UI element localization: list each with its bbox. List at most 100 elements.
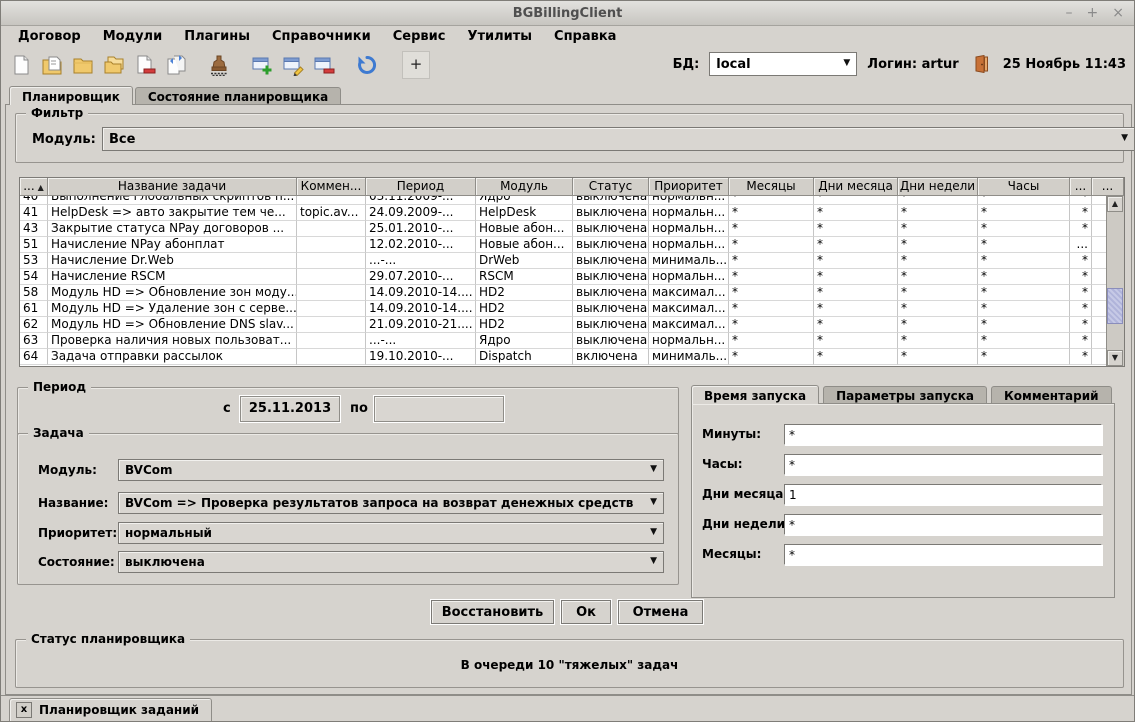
- table-cell-id: 61: [20, 301, 48, 317]
- remove-document-icon[interactable]: [133, 53, 157, 77]
- table-cell-week_days: *: [898, 269, 978, 285]
- table-cell-id: 51: [20, 237, 48, 253]
- week-days-input[interactable]: [784, 514, 1102, 535]
- months-input[interactable]: [784, 544, 1102, 565]
- column-header[interactable]: Коммен...: [297, 178, 366, 196]
- chevron-down-icon: ▼: [650, 464, 657, 474]
- column-header[interactable]: Часы: [978, 178, 1070, 196]
- minutes-input[interactable]: [784, 424, 1102, 445]
- table-row[interactable]: 41HelpDesk => авто закрытие тем че...top…: [20, 205, 1107, 221]
- week-days-label: Дни недели:: [702, 517, 790, 531]
- edit-window-icon[interactable]: [281, 53, 305, 77]
- scroll-down-button[interactable]: ▼: [1107, 350, 1123, 366]
- column-header[interactable]: Период: [366, 178, 476, 196]
- column-header[interactable]: ...: [1092, 178, 1124, 196]
- menu-item[interactable]: Справка: [545, 27, 625, 46]
- table-cell-week_days: *: [898, 221, 978, 237]
- table-cell-filler: [1092, 317, 1107, 333]
- tab-scheduler[interactable]: Планировщик: [9, 86, 133, 105]
- filter-module-select[interactable]: Все ▼: [102, 127, 1135, 151]
- copy-document-icon[interactable]: [164, 53, 188, 77]
- column-header[interactable]: Приоритет: [649, 178, 729, 196]
- ok-button[interactable]: Ок: [561, 600, 611, 624]
- table-cell-status: выключена: [573, 317, 649, 333]
- restore-button[interactable]: Восстановить: [431, 600, 554, 624]
- title-bar[interactable]: BGBillingClient – + ×: [1, 1, 1134, 26]
- table-cell-module: Ядро: [476, 333, 573, 349]
- table-row[interactable]: 43Закрытие статуса NPay договоров ...25.…: [20, 221, 1107, 237]
- add-toolbar-button[interactable]: +: [402, 51, 430, 79]
- tab-scheduler-state[interactable]: Состояние планировщика: [135, 87, 341, 105]
- menu-item[interactable]: Утилиты: [458, 27, 541, 46]
- month-days-input[interactable]: [784, 484, 1102, 505]
- table-cell-months: *: [729, 333, 814, 349]
- period-from-field[interactable]: 25.11.2013: [240, 396, 340, 422]
- stamp-icon[interactable]: [207, 53, 231, 77]
- folders-icon[interactable]: [102, 53, 126, 77]
- table-cell-module: HD2: [476, 301, 573, 317]
- toolbar: + БД: local ▼ Логин: artur 25 Ноябрь 11:…: [1, 47, 1134, 81]
- login-label: Логин: artur: [867, 57, 958, 72]
- column-header[interactable]: Статус: [573, 178, 649, 196]
- table-cell-extra: ...: [1070, 237, 1092, 253]
- table-cell-id: 62: [20, 317, 48, 333]
- period-to-field[interactable]: [374, 396, 504, 422]
- new-document-icon[interactable]: [9, 53, 33, 77]
- task-priority-select[interactable]: нормальный ▼: [118, 522, 664, 544]
- task-name-select[interactable]: BVCom => Проверка результатов запроса на…: [118, 492, 664, 514]
- table-cell-hours: *: [978, 196, 1070, 205]
- maximize-button[interactable]: +: [1087, 1, 1099, 25]
- task-state-select[interactable]: выключена ▼: [118, 551, 664, 573]
- menu-item[interactable]: Плагины: [175, 27, 259, 46]
- table-row[interactable]: 63Проверка наличия новых пользоват......…: [20, 333, 1107, 349]
- table-row[interactable]: 51Начисление NPay абонплат12.02.2010-...…: [20, 237, 1107, 253]
- minimize-button[interactable]: –: [1066, 1, 1073, 25]
- folder-icon[interactable]: [71, 53, 95, 77]
- scrollbar-thumb[interactable]: [1107, 288, 1123, 324]
- menu-item[interactable]: Договор: [9, 27, 90, 46]
- column-header[interactable]: Дни месяца: [814, 178, 898, 196]
- vertical-scrollbar[interactable]: ▲ ▼: [1106, 196, 1124, 366]
- menu-item[interactable]: Сервис: [384, 27, 455, 46]
- cancel-button[interactable]: Отмена: [618, 600, 703, 624]
- table-cell-period: 24.09.2009-...: [366, 205, 476, 221]
- column-header[interactable]: ...: [1070, 178, 1092, 196]
- menu-item[interactable]: Модули: [94, 27, 171, 46]
- column-header[interactable]: ...▲: [20, 178, 48, 196]
- hours-label: Часы:: [702, 457, 743, 471]
- scroll-up-button[interactable]: ▲: [1107, 196, 1123, 212]
- table-row[interactable]: 62Модуль HD => Обновление DNS slav...21.…: [20, 317, 1107, 333]
- tab-run-params[interactable]: Параметры запуска: [823, 386, 987, 404]
- close-tab-icon[interactable]: x: [16, 702, 32, 718]
- hours-input[interactable]: [784, 454, 1102, 475]
- db-select[interactable]: local ▼: [709, 52, 857, 76]
- table-row[interactable]: 54Начисление RSCM29.07.2010-...RSCMвыклю…: [20, 269, 1107, 285]
- open-document-icon[interactable]: [40, 53, 64, 77]
- table-cell-month_days: *: [814, 253, 898, 269]
- table-cell-period: 12.02.2010-...: [366, 237, 476, 253]
- table-cell-week_days: *: [898, 237, 978, 253]
- tab-run-time[interactable]: Время запуска: [691, 385, 819, 404]
- task-module-select[interactable]: BVCom ▼: [118, 459, 664, 481]
- table-cell-period: ...-...: [366, 253, 476, 269]
- table-row[interactable]: 53Начисление Dr.Web...-...DrWebвыключена…: [20, 253, 1107, 269]
- table-row[interactable]: 40Выполнение глобальных скриптов п...03.…: [20, 196, 1107, 205]
- column-header[interactable]: Модуль: [476, 178, 573, 196]
- add-window-icon[interactable]: [250, 53, 274, 77]
- bottom-tab-scheduler-tasks[interactable]: x Планировщик заданий: [9, 698, 212, 722]
- menu-item[interactable]: Справочники: [263, 27, 380, 46]
- table-row[interactable]: 61Модуль HD => Удаление зон с серве...14…: [20, 301, 1107, 317]
- table-row[interactable]: 58Модуль HD => Обновление зон моду...14.…: [20, 285, 1107, 301]
- column-header[interactable]: Месяцы: [729, 178, 814, 196]
- column-header[interactable]: Дни недели: [898, 178, 978, 196]
- remove-window-icon[interactable]: [312, 53, 336, 77]
- table-cell-module: Новые абон...: [476, 221, 573, 237]
- close-button[interactable]: ×: [1112, 1, 1124, 25]
- logout-door-icon[interactable]: [969, 52, 993, 76]
- window-title: BGBillingClient: [1, 6, 1134, 21]
- table-row[interactable]: 64Задача отправки рассылок19.10.2010-...…: [20, 349, 1107, 365]
- refresh-icon[interactable]: [355, 53, 379, 77]
- column-header[interactable]: Название задачи: [48, 178, 297, 196]
- table-cell-extra: *: [1070, 221, 1092, 237]
- tab-comment[interactable]: Комментарий: [991, 386, 1112, 404]
